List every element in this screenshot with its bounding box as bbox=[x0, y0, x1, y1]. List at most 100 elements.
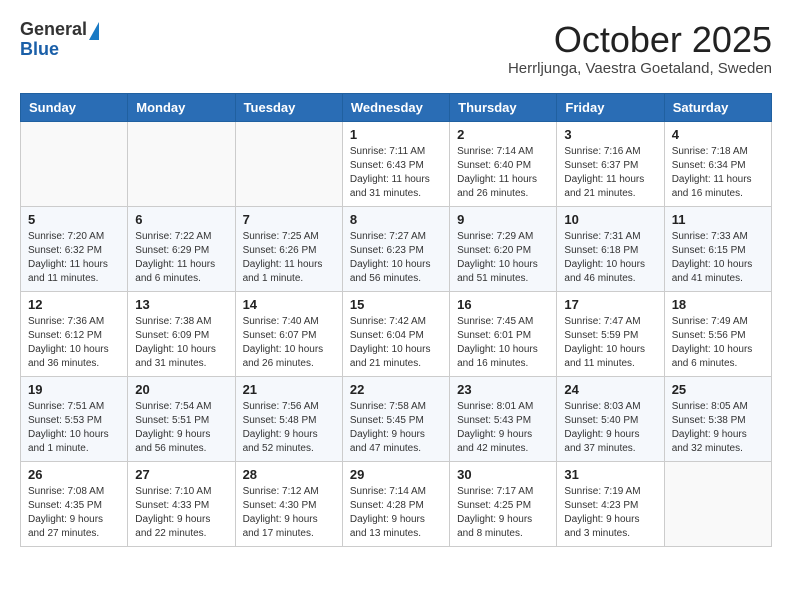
calendar-cell: 16Sunrise: 7:45 AMSunset: 6:01 PMDayligh… bbox=[450, 291, 557, 376]
day-info: Sunrise: 7:18 AMSunset: 6:34 PMDaylight:… bbox=[672, 145, 764, 201]
day-number: 22 bbox=[350, 382, 442, 397]
calendar-cell bbox=[235, 121, 342, 206]
day-info: Sunrise: 7:10 AMSunset: 4:33 PMDaylight:… bbox=[135, 485, 227, 541]
calendar-cell: 23 Sunrise: 8:01 AMSunset: 5:43 PMDayligh… bbox=[450, 376, 557, 461]
day-number: 20 bbox=[135, 382, 227, 397]
day-number: 15 bbox=[350, 297, 442, 312]
day-info: Sunrise: 7:33 AMSunset: 6:15 PMDaylight:… bbox=[672, 230, 764, 286]
day-info: Sunrise: 7:14 AMSunset: 6:40 PMDaylight:… bbox=[457, 145, 549, 201]
calendar-cell: 3Sunrise: 7:16 AMSunset: 6:37 PMDaylight… bbox=[557, 121, 664, 206]
calendar-cell: 7 Sunrise: 7:25 AMSunset: 6:26 PMDaylight… bbox=[235, 206, 342, 291]
day-info: Sunrise: 7:22 AMSunset: 6:29 PMDaylight:… bbox=[135, 230, 227, 286]
day-number: 21 bbox=[243, 382, 335, 397]
calendar-week-2: 5 Sunrise: 7:20 AMSunset: 6:32 PMDaylight… bbox=[21, 206, 772, 291]
calendar-cell bbox=[664, 461, 771, 546]
logo-blue: Blue bbox=[20, 39, 59, 59]
calendar-cell: 24 Sunrise: 8:03 AMSunset: 5:40 PMDayligh… bbox=[557, 376, 664, 461]
calendar-cell: 19 Sunrise: 7:51 AMSunset: 5:53 PMDayligh… bbox=[21, 376, 128, 461]
weekday-header-row: SundayMondayTuesdayWednesdayThursdayFrid… bbox=[21, 93, 772, 121]
day-info: Sunrise: 7:42 AMSunset: 6:04 PMDaylight:… bbox=[350, 315, 442, 371]
weekday-header-monday: Monday bbox=[128, 93, 235, 121]
day-number: 26 bbox=[28, 467, 120, 482]
calendar-week-5: 26Sunrise: 7:08 AMSunset: 4:35 PMDayligh… bbox=[21, 461, 772, 546]
day-info: Sunrise: 7:49 AMSunset: 5:56 PMDaylight:… bbox=[672, 315, 764, 371]
day-info: Sunrise: 7:19 AMSunset: 4:23 PMDaylight:… bbox=[564, 485, 656, 541]
day-number: 3 bbox=[564, 127, 656, 142]
calendar-cell: 13Sunrise: 7:38 AMSunset: 6:09 PMDayligh… bbox=[128, 291, 235, 376]
day-number: 10 bbox=[564, 212, 656, 227]
weekday-header-tuesday: Tuesday bbox=[235, 93, 342, 121]
calendar-cell: 14 Sunrise: 7:40 AMSunset: 6:07 PMDayligh… bbox=[235, 291, 342, 376]
calendar-cell: 20 Sunrise: 7:54 AMSunset: 5:51 PMDayligh… bbox=[128, 376, 235, 461]
calendar-cell: 8Sunrise: 7:27 AMSunset: 6:23 PMDaylight… bbox=[342, 206, 449, 291]
day-info: Sunrise: 7:11 AMSunset: 6:43 PMDaylight:… bbox=[350, 145, 442, 201]
day-number: 29 bbox=[350, 467, 442, 482]
day-number: 24 bbox=[564, 382, 656, 397]
location: Herrljunga, Vaestra Goetaland, Sweden bbox=[508, 60, 772, 77]
weekday-header-friday: Friday bbox=[557, 93, 664, 121]
calendar-cell: 31 Sunrise: 7:19 AMSunset: 4:23 PMDayligh… bbox=[557, 461, 664, 546]
day-info: Sunrise: 7:47 AMSunset: 5:59 PMDaylight:… bbox=[564, 315, 656, 371]
day-number: 1 bbox=[350, 127, 442, 142]
day-info: Sunrise: 7:20 AMSunset: 6:32 PMDaylight:… bbox=[28, 230, 120, 286]
day-info: Sunrise: 7:25 AMSunset: 6:26 PMDaylight:… bbox=[243, 230, 335, 286]
calendar-cell: 21 Sunrise: 7:56 AMSunset: 5:48 PMDayligh… bbox=[235, 376, 342, 461]
day-number: 28 bbox=[243, 467, 335, 482]
day-info: Sunrise: 7:51 AMSunset: 5:53 PMDaylight:… bbox=[28, 400, 120, 456]
weekday-header-sunday: Sunday bbox=[21, 93, 128, 121]
day-info: Sunrise: 8:03 AMSunset: 5:40 PMDaylight:… bbox=[564, 400, 656, 456]
day-number: 25 bbox=[672, 382, 764, 397]
calendar-cell: 4 Sunrise: 7:18 AMSunset: 6:34 PMDaylight… bbox=[664, 121, 771, 206]
calendar-cell: 25 Sunrise: 8:05 AMSunset: 5:38 PMDayligh… bbox=[664, 376, 771, 461]
day-number: 23 bbox=[457, 382, 549, 397]
calendar-cell: 11 Sunrise: 7:33 AMSunset: 6:15 PMDayligh… bbox=[664, 206, 771, 291]
day-info: Sunrise: 7:40 AMSunset: 6:07 PMDaylight:… bbox=[243, 315, 335, 371]
day-number: 17 bbox=[564, 297, 656, 312]
day-info: Sunrise: 8:01 AMSunset: 5:43 PMDaylight:… bbox=[457, 400, 549, 456]
day-number: 4 bbox=[672, 127, 764, 142]
logo-general: General bbox=[20, 20, 87, 40]
day-info: Sunrise: 7:14 AMSunset: 4:28 PMDaylight:… bbox=[350, 485, 442, 541]
logo-triangle-icon bbox=[89, 22, 99, 40]
day-info: Sunrise: 7:54 AMSunset: 5:51 PMDaylight:… bbox=[135, 400, 227, 456]
calendar-cell: 9Sunrise: 7:29 AMSunset: 6:20 PMDaylight… bbox=[450, 206, 557, 291]
calendar-cell: 27 Sunrise: 7:10 AMSunset: 4:33 PMDayligh… bbox=[128, 461, 235, 546]
day-info: Sunrise: 7:12 AMSunset: 4:30 PMDaylight:… bbox=[243, 485, 335, 541]
weekday-header-wednesday: Wednesday bbox=[342, 93, 449, 121]
month-title: October 2025 bbox=[508, 20, 772, 60]
day-info: Sunrise: 7:36 AMSunset: 6:12 PMDaylight:… bbox=[28, 315, 120, 371]
calendar-week-1: 1 Sunrise: 7:11 AMSunset: 6:43 PMDaylight… bbox=[21, 121, 772, 206]
day-number: 19 bbox=[28, 382, 120, 397]
day-info: Sunrise: 7:38 AMSunset: 6:09 PMDaylight:… bbox=[135, 315, 227, 371]
calendar-cell: 5 Sunrise: 7:20 AMSunset: 6:32 PMDaylight… bbox=[21, 206, 128, 291]
day-info: Sunrise: 7:31 AMSunset: 6:18 PMDaylight:… bbox=[564, 230, 656, 286]
calendar-week-4: 19 Sunrise: 7:51 AMSunset: 5:53 PMDayligh… bbox=[21, 376, 772, 461]
title-block: October 2025 Herrljunga, Vaestra Goetala… bbox=[508, 20, 772, 77]
day-number: 11 bbox=[672, 212, 764, 227]
weekday-header-thursday: Thursday bbox=[450, 93, 557, 121]
day-number: 7 bbox=[243, 212, 335, 227]
day-info: Sunrise: 8:05 AMSunset: 5:38 PMDaylight:… bbox=[672, 400, 764, 456]
calendar-week-3: 12Sunrise: 7:36 AMSunset: 6:12 PMDayligh… bbox=[21, 291, 772, 376]
calendar-cell: 18 Sunrise: 7:49 AMSunset: 5:56 PMDayligh… bbox=[664, 291, 771, 376]
day-number: 30 bbox=[457, 467, 549, 482]
calendar-cell: 6 Sunrise: 7:22 AMSunset: 6:29 PMDaylight… bbox=[128, 206, 235, 291]
day-number: 8 bbox=[350, 212, 442, 227]
day-number: 6 bbox=[135, 212, 227, 227]
calendar-cell: 28 Sunrise: 7:12 AMSunset: 4:30 PMDayligh… bbox=[235, 461, 342, 546]
day-number: 14 bbox=[243, 297, 335, 312]
calendar-cell: 29 Sunrise: 7:14 AMSunset: 4:28 PMDayligh… bbox=[342, 461, 449, 546]
day-number: 18 bbox=[672, 297, 764, 312]
day-number: 5 bbox=[28, 212, 120, 227]
calendar-cell: 26Sunrise: 7:08 AMSunset: 4:35 PMDayligh… bbox=[21, 461, 128, 546]
day-info: Sunrise: 7:45 AMSunset: 6:01 PMDaylight:… bbox=[457, 315, 549, 371]
day-number: 2 bbox=[457, 127, 549, 142]
day-info: Sunrise: 7:56 AMSunset: 5:48 PMDaylight:… bbox=[243, 400, 335, 456]
day-info: Sunrise: 7:29 AMSunset: 6:20 PMDaylight:… bbox=[457, 230, 549, 286]
day-info: Sunrise: 7:17 AMSunset: 4:25 PMDaylight:… bbox=[457, 485, 549, 541]
calendar-cell: 30 Sunrise: 7:17 AMSunset: 4:25 PMDayligh… bbox=[450, 461, 557, 546]
calendar-cell: 1 Sunrise: 7:11 AMSunset: 6:43 PMDaylight… bbox=[342, 121, 449, 206]
calendar-cell: 10 Sunrise: 7:31 AMSunset: 6:18 PMDayligh… bbox=[557, 206, 664, 291]
day-number: 27 bbox=[135, 467, 227, 482]
day-number: 31 bbox=[564, 467, 656, 482]
